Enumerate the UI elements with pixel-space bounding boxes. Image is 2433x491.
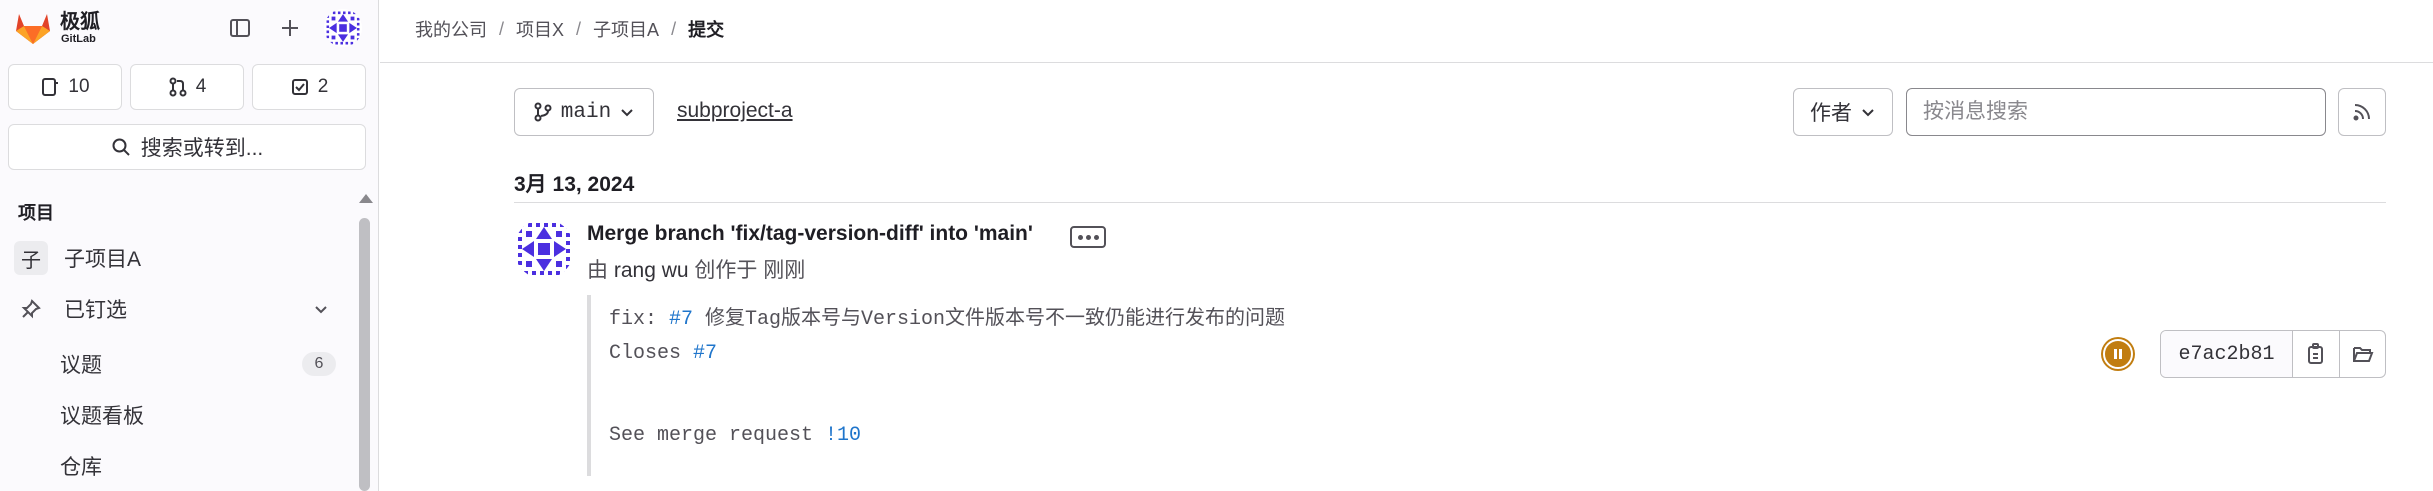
ellipsis-dot — [1085, 234, 1091, 240]
issues-count-badge: 6 — [302, 352, 336, 376]
description-line: Closes #7 — [609, 342, 717, 365]
toggle-sidebar-button[interactable] — [224, 12, 256, 44]
rss-feed-button[interactable] — [2338, 88, 2386, 136]
branch-selector[interactable]: main — [514, 88, 654, 136]
chevron-down-icon — [1862, 109, 1874, 117]
browse-files-button[interactable] — [2339, 331, 2385, 377]
repository-path-link[interactable]: subproject-a — [677, 99, 793, 123]
toggle-commit-description-button[interactable] — [1070, 226, 1106, 248]
breadcrumb-separator: / — [576, 18, 582, 39]
meta-action: 创作于 — [694, 259, 758, 282]
sidebar: 极狐 GitLab 10 4 2 搜索或转到... 项目 子 子项目A 已钉选 … — [0, 0, 379, 491]
merge-request-reference-link[interactable]: !10 — [825, 424, 861, 447]
identicon-icon — [514, 219, 574, 279]
breadcrumb-item[interactable]: 项目X — [516, 16, 564, 42]
chevron-down-icon — [621, 109, 633, 117]
description-line: fix: #7 修复Tag版本号与Version文件版本号不一致仍能进行发布的问… — [609, 301, 1285, 331]
todos-button[interactable]: 2 — [252, 64, 366, 110]
pinned-label: 已钉选 — [64, 299, 127, 322]
copy-sha-button[interactable] — [2293, 331, 2339, 377]
scroll-thumb[interactable] — [359, 218, 370, 491]
brand-name: 极狐 — [60, 11, 100, 33]
rss-icon — [2353, 104, 2370, 121]
breadcrumb-current[interactable]: 提交 — [688, 16, 724, 42]
section-label: 项目 — [18, 203, 54, 223]
identicon-icon — [324, 9, 362, 47]
issue-reference-link[interactable]: #7 — [669, 308, 693, 331]
breadcrumb-separator: / — [499, 18, 505, 39]
plus-icon — [282, 20, 298, 36]
sidebar-item-issue-boards[interactable]: 议题看板 — [60, 400, 144, 430]
commit-sha-group: e7ac2b81 — [2160, 330, 2386, 378]
divider — [514, 202, 2386, 203]
breadcrumb-separator: / — [671, 18, 677, 39]
brand-subname: GitLab — [61, 33, 96, 45]
user-avatar[interactable] — [324, 9, 362, 47]
pin-icon-wrap — [14, 292, 48, 326]
search-icon — [112, 138, 130, 156]
sidebar-scrollbar[interactable] — [357, 192, 373, 491]
desc-text: See merge request — [609, 424, 826, 447]
desc-text: fix: — [609, 308, 670, 331]
search-or-goto-button[interactable]: 搜索或转到... — [8, 124, 366, 170]
top-bar: 我的公司 / 项目X / 子项目A / 提交 — [380, 0, 2433, 63]
sidebar-header: 极狐 GitLab — [0, 0, 379, 56]
desc-text: 修复Tag版本号与Version文件版本号不一致仍能进行发布的问题 — [693, 308, 1286, 331]
commit-message-search-input[interactable] — [1906, 88, 2326, 136]
branch-icon — [534, 102, 552, 122]
commit-time: 刚刚 — [763, 259, 806, 282]
project-name: 子项目A — [64, 248, 142, 271]
meta-prefix: 由 — [587, 259, 608, 282]
breadcrumb: 我的公司 / 项目X / 子项目A / 提交 — [415, 16, 724, 42]
ellipsis-dot — [1077, 234, 1083, 240]
sidebar-item-issues[interactable]: 议题 — [60, 349, 102, 379]
breadcrumb-item[interactable]: 子项目A — [593, 16, 659, 42]
commit-sha[interactable]: e7ac2b81 — [2161, 331, 2293, 377]
commit-date-header: 3月 13, 2024 — [514, 173, 635, 196]
create-new-button[interactable] — [274, 12, 306, 44]
author-filter-dropdown[interactable]: 作者 — [1793, 88, 1893, 136]
search-label: 搜索或转到... — [140, 137, 264, 160]
desc-text: Closes — [609, 342, 694, 365]
project-link[interactable]: 子 子项目A — [8, 235, 344, 281]
commit-description: fix: #7 修复Tag版本号与Version文件版本号不一致仍能进行发布的问… — [587, 295, 1987, 476]
merge-request-icon — [169, 77, 187, 97]
scroll-up-arrow-icon[interactable] — [359, 194, 373, 203]
commit-author-link[interactable]: rang wu — [614, 259, 689, 282]
folder-open-icon — [2352, 347, 2373, 362]
todos-count: 2 — [317, 76, 329, 97]
issues-icon — [42, 78, 59, 96]
branch-name: main — [560, 100, 612, 124]
pause-icon — [2114, 349, 2122, 359]
breadcrumb-item[interactable]: 我的公司 — [415, 16, 487, 42]
todo-icon — [291, 79, 308, 95]
merge-requests-count: 4 — [195, 76, 207, 97]
project-avatar: 子 — [14, 241, 48, 275]
ellipsis-dot — [1093, 234, 1099, 240]
copy-to-clipboard-icon — [2308, 343, 2323, 364]
chevron-down-icon — [315, 306, 327, 314]
pinned-section-toggle[interactable]: 已钉选 — [8, 286, 344, 332]
merge-requests-button[interactable]: 4 — [130, 64, 244, 110]
sidebar-toggle-icon — [230, 19, 250, 37]
issues-count: 10 — [68, 76, 90, 97]
commit-title-link[interactable]: Merge branch 'fix/tag-version-diff' into… — [587, 222, 1033, 246]
sidebar-item-repository[interactable]: 仓库 — [60, 451, 102, 481]
gitlab-logo-icon[interactable] — [14, 10, 52, 46]
description-line: See merge request !10 — [609, 424, 861, 447]
pin-icon — [21, 299, 41, 319]
commit-meta: 由 rang wu 创作于 刚刚 — [587, 254, 805, 284]
user-counts: 10 4 2 — [8, 64, 366, 110]
issue-reference-link[interactable]: #7 — [693, 342, 717, 365]
assigned-issues-button[interactable]: 10 — [8, 64, 122, 110]
author-filter-label: 作者 — [1810, 102, 1852, 125]
commit-author-avatar[interactable] — [514, 219, 574, 279]
pipeline-status-paused-icon[interactable] — [2101, 337, 2135, 371]
